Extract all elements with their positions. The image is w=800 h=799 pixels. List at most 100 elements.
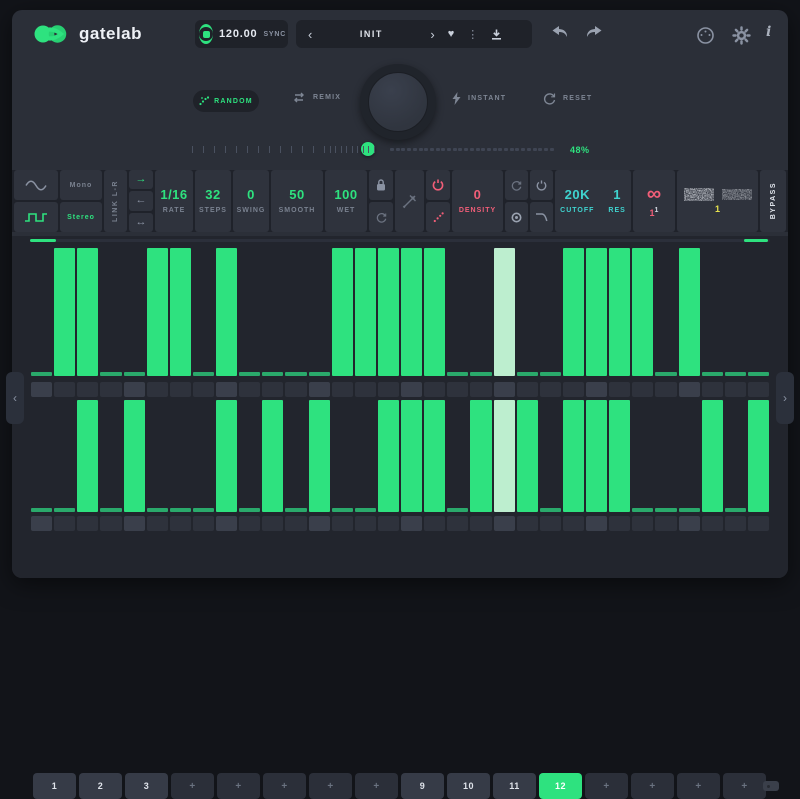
reset-button[interactable]: RESET xyxy=(543,92,592,105)
noise-control[interactable]: 1 xyxy=(677,170,758,232)
favorite-heart-icon[interactable]: ♥ xyxy=(448,28,455,40)
variation-slot-6[interactable]: + xyxy=(263,773,306,799)
gate-step-bottom-29[interactable] xyxy=(679,400,700,512)
mini-step-bottom-5[interactable] xyxy=(124,516,145,531)
mini-step-bottom-11[interactable] xyxy=(262,516,283,531)
loop-count-control[interactable]: ∞ 11 xyxy=(633,170,675,232)
swing-control[interactable]: 0 SWING xyxy=(233,170,269,232)
redo-button[interactable] xyxy=(584,26,602,39)
bpm-value[interactable]: 120.00 xyxy=(219,28,257,40)
settings-gear-icon[interactable] xyxy=(732,26,751,45)
gate-step-top-6[interactable] xyxy=(147,248,168,376)
mini-step-bottom-12[interactable] xyxy=(285,516,306,531)
gate-step-top-5[interactable] xyxy=(124,248,145,376)
mini-step-bottom-32[interactable] xyxy=(748,516,769,531)
mini-step-bottom-17[interactable] xyxy=(401,516,422,531)
gate-step-bottom-20[interactable] xyxy=(470,400,491,512)
gate-step-bottom-30[interactable] xyxy=(702,400,723,512)
gate-step-bottom-15[interactable] xyxy=(355,400,376,512)
mini-step-top-10[interactable] xyxy=(239,382,260,397)
square-wave-button[interactable] xyxy=(14,202,58,232)
undo-button[interactable] xyxy=(552,26,570,39)
sync-toggle[interactable]: SYNC xyxy=(263,31,286,38)
mini-step-top-19[interactable] xyxy=(447,382,468,397)
preset-menu-kebab-icon[interactable]: ⋮ xyxy=(467,28,478,41)
gate-step-bottom-21[interactable] xyxy=(494,400,515,512)
smooth-control[interactable]: 50 SMOOTH xyxy=(271,170,323,232)
mini-step-bottom-20[interactable] xyxy=(470,516,491,531)
mini-step-top-14[interactable] xyxy=(332,382,353,397)
mini-step-top-12[interactable] xyxy=(285,382,306,397)
gate-step-top-8[interactable] xyxy=(193,248,214,376)
gate-step-bottom-25[interactable] xyxy=(586,400,607,512)
gate-step-top-2[interactable] xyxy=(54,248,75,376)
tag-icon[interactable] xyxy=(763,781,779,791)
mini-step-top-17[interactable] xyxy=(401,382,422,397)
mini-step-top-32[interactable] xyxy=(748,382,769,397)
variation-slot-7[interactable]: + xyxy=(309,773,352,799)
page-prev-button[interactable]: ‹ xyxy=(6,372,24,424)
mini-step-top-31[interactable] xyxy=(725,382,746,397)
page-next-button[interactable]: › xyxy=(776,372,794,424)
mini-step-top-27[interactable] xyxy=(632,382,653,397)
gate-step-bottom-13[interactable] xyxy=(309,400,330,512)
mini-step-top-18[interactable] xyxy=(424,382,445,397)
mini-step-top-25[interactable] xyxy=(586,382,607,397)
variation-slot-16[interactable]: + xyxy=(723,773,766,799)
gate-step-top-1[interactable] xyxy=(31,248,52,376)
gate-step-top-32[interactable] xyxy=(748,248,769,376)
mini-step-bottom-10[interactable] xyxy=(239,516,260,531)
gate-step-top-15[interactable] xyxy=(355,248,376,376)
mini-step-bottom-21[interactable] xyxy=(494,516,515,531)
gate-step-top-26[interactable] xyxy=(609,248,630,376)
mini-step-top-24[interactable] xyxy=(563,382,584,397)
direction-left-button[interactable]: ← xyxy=(129,191,153,210)
mini-step-top-3[interactable] xyxy=(77,382,98,397)
relock-cycle-button[interactable] xyxy=(369,202,393,232)
gate-step-top-25[interactable] xyxy=(586,248,607,376)
gate-step-bottom-27[interactable] xyxy=(632,400,653,512)
mini-step-top-7[interactable] xyxy=(170,382,191,397)
wet-control[interactable]: 100 WET xyxy=(325,170,367,232)
mini-step-bottom-29[interactable] xyxy=(679,516,700,531)
mini-step-bottom-15[interactable] xyxy=(355,516,376,531)
random-amount-slider[interactable] xyxy=(192,142,558,156)
variation-slot-13[interactable]: + xyxy=(585,773,628,799)
variation-slot-5[interactable]: + xyxy=(217,773,260,799)
save-download-icon[interactable] xyxy=(491,29,502,40)
variation-slot-11[interactable]: 11 xyxy=(493,773,536,799)
gate-step-bottom-32[interactable] xyxy=(748,400,769,512)
gate-step-bottom-16[interactable] xyxy=(378,400,399,512)
mini-step-bottom-30[interactable] xyxy=(702,516,723,531)
gate-step-bottom-17[interactable] xyxy=(401,400,422,512)
gate-step-bottom-24[interactable] xyxy=(563,400,584,512)
gate-step-bottom-18[interactable] xyxy=(424,400,445,512)
filter-cycle-button[interactable] xyxy=(505,170,528,200)
gate-step-top-27[interactable] xyxy=(632,248,653,376)
gate-step-top-17[interactable] xyxy=(401,248,422,376)
mini-step-bottom-14[interactable] xyxy=(332,516,353,531)
density-scatter-button[interactable] xyxy=(426,202,450,232)
mini-step-top-5[interactable] xyxy=(124,382,145,397)
variation-slot-9[interactable]: 9 xyxy=(401,773,444,799)
gate-step-bottom-12[interactable] xyxy=(285,400,306,512)
stop-button[interactable] xyxy=(199,24,213,44)
gate-step-bottom-22[interactable] xyxy=(517,400,538,512)
variation-slot-14[interactable]: + xyxy=(631,773,674,799)
mini-step-top-20[interactable] xyxy=(470,382,491,397)
mono-button[interactable]: Mono xyxy=(60,170,102,200)
mini-step-top-21[interactable] xyxy=(494,382,515,397)
gate-step-top-22[interactable] xyxy=(517,248,538,376)
gate-step-top-24[interactable] xyxy=(563,248,584,376)
variation-slot-10[interactable]: 10 xyxy=(447,773,490,799)
filter-target-button[interactable] xyxy=(505,202,528,232)
gate-step-bottom-23[interactable] xyxy=(540,400,561,512)
mini-step-top-16[interactable] xyxy=(378,382,399,397)
mini-step-bottom-2[interactable] xyxy=(54,516,75,531)
mini-step-top-29[interactable] xyxy=(679,382,700,397)
gate-step-top-9[interactable] xyxy=(216,248,237,376)
density-control[interactable]: 0 DENSITY xyxy=(452,170,503,232)
gate-step-top-30[interactable] xyxy=(702,248,723,376)
gate-step-bottom-8[interactable] xyxy=(193,400,214,512)
mini-step-top-8[interactable] xyxy=(193,382,214,397)
